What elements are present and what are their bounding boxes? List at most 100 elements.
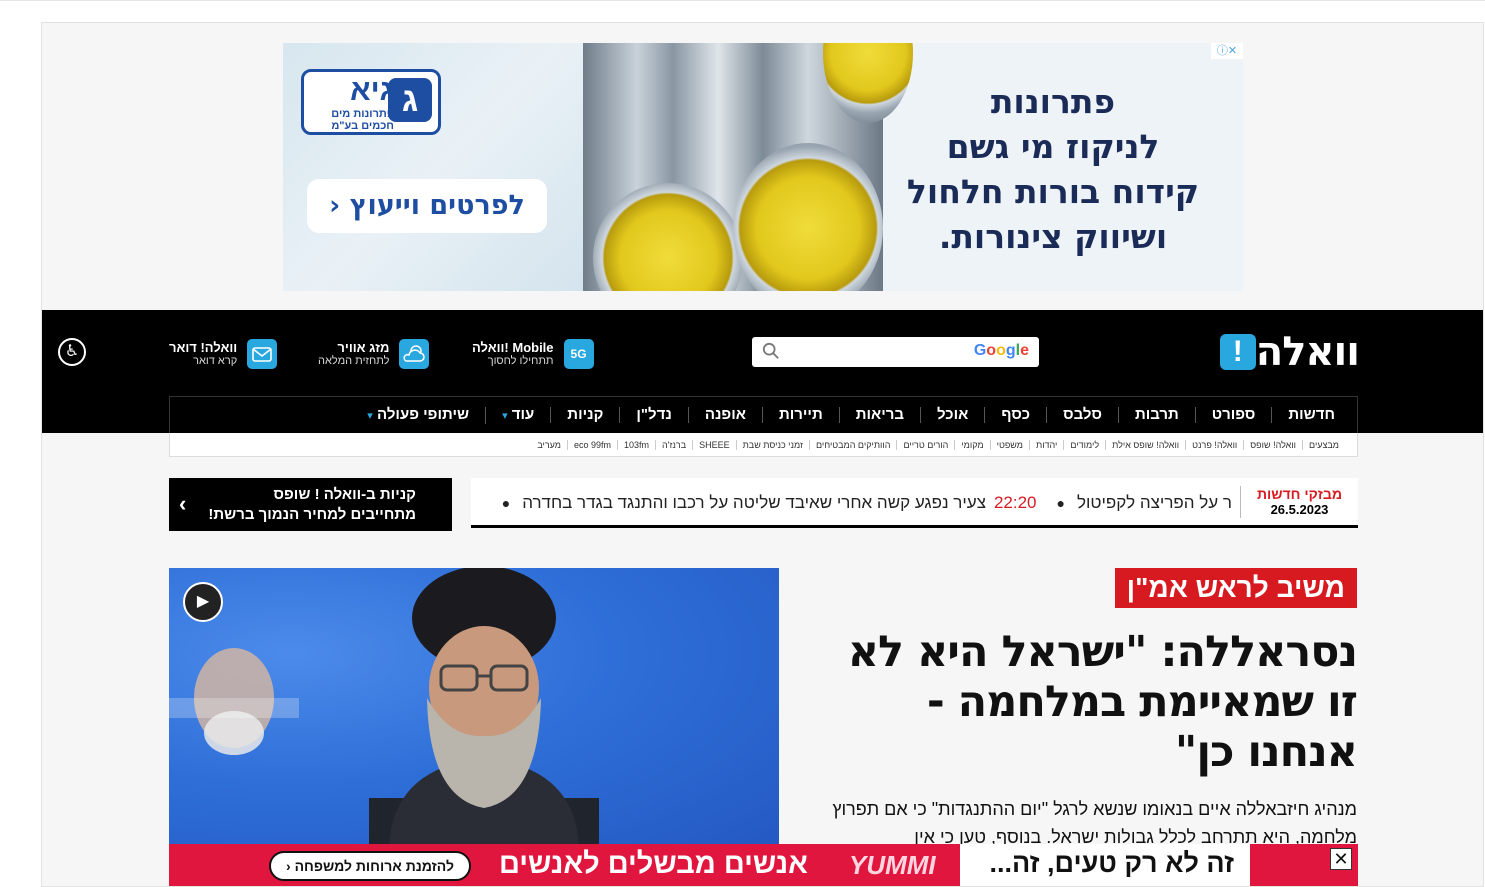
shops-promo[interactable]: קניות ב-וואלה ! שופס מתחייבים למחיר הנמו… <box>169 478 452 531</box>
ad-brand-sub-1: פתרונות מים <box>331 108 394 120</box>
ticker-header: מבזקי חדשות 26.5.2023 <box>1240 486 1358 518</box>
bottom-ad-tagline: זה לא רק טעים, זה... <box>989 848 1234 878</box>
nav-item-more[interactable]: עוד ▾ <box>485 405 550 424</box>
ad-brand-sub-2: חכמים בע"מ <box>331 120 394 132</box>
nav-item-celebs[interactable]: סלבס <box>1046 407 1118 423</box>
subnav-item[interactable]: ברנז'ה <box>655 439 692 450</box>
mail-title: וואלה! דואר <box>169 340 238 355</box>
nav-item-shopping[interactable]: קניות <box>550 407 619 423</box>
subnav-item[interactable]: מקומי <box>954 439 989 450</box>
ad-brand-subtitle: פתרונות מים חכמים בע"מ <box>308 108 394 132</box>
ad-choices-icon[interactable]: ⓘ✕ <box>1211 43 1243 59</box>
ad-headline: פתרונות לניקוז מי גשם קידוח בורות חלחול … <box>903 79 1203 259</box>
page-frame: ג גיא פתרונות מים חכמים בע"מ לפרטים וייע… <box>41 22 1484 887</box>
subnav-item[interactable]: 103fm <box>617 439 655 450</box>
subnav-item[interactable]: מבצעים <box>1302 439 1345 450</box>
ticker-title: מבזקי חדשות <box>1256 486 1342 502</box>
top-banner-ad[interactable]: ג גיא פתרונות מים חכמים בע"מ לפרטים וייע… <box>283 43 1243 291</box>
site-logo[interactable]: ! וואלה <box>1216 329 1360 375</box>
nav-item-travel[interactable]: תיירות <box>761 407 839 423</box>
subnav-item[interactable]: eco 99fm <box>567 439 617 450</box>
ad-cta-button[interactable]: לפרטים וייעוץ ‹ <box>307 179 547 233</box>
article-headline[interactable]: נסראללה: "ישראל היא לא זו שמאיימת במלחמה… <box>827 627 1358 777</box>
ad-line-4: ושיווק צינורות. <box>938 217 1168 256</box>
subnav-item[interactable]: הוותיקים המבטיחים <box>808 439 897 450</box>
close-icon[interactable]: ✕ <box>1330 848 1352 870</box>
search-icon[interactable] <box>762 342 780 360</box>
subnav-item[interactable]: מעריב <box>531 440 567 450</box>
mail-icon <box>247 339 278 369</box>
subnav-item[interactable]: SHEEE <box>692 439 736 450</box>
search-input[interactable]: Google <box>752 337 1039 367</box>
ad-brand-logo: ג גיא פתרונות מים חכמים בע"מ <box>301 69 441 135</box>
logo-exclamation-icon: ! <box>1219 334 1256 370</box>
article-kicker[interactable]: משיב לראש אמ"ן <box>1114 568 1357 608</box>
breaking-news-ticker: מבזקי חדשות 26.5.2023 ר על הפריצה לקפיטו… <box>471 478 1358 528</box>
accessibility-icon[interactable]: ♿ <box>58 338 86 366</box>
subnav-item[interactable]: לימודים <box>1063 439 1105 450</box>
nav-item-news[interactable]: חדשות <box>1271 407 1351 423</box>
subnav-item[interactable]: וואלה! פרנט <box>1185 439 1243 450</box>
video-portrait-inset <box>169 648 299 755</box>
top-divider <box>0 0 1485 1</box>
nav-item-fashion[interactable]: אופנה <box>687 407 762 423</box>
subnav-item[interactable]: הורים טריים <box>896 439 954 450</box>
play-icon[interactable]: ▶ <box>183 582 223 622</box>
weather-icon <box>399 339 430 369</box>
bottom-ad-main-text: אנשים מבשלים לאנשים <box>499 848 808 880</box>
bottom-ad-white-panel: זה לא רק טעים, זה... <box>960 844 1250 886</box>
ad-brand-name: גיא <box>350 74 394 107</box>
bottom-sticky-ad[interactable]: זה לא רק טעים, זה... YUMMI אנשים מבשלים … <box>169 844 1358 886</box>
bottom-ad-cta-button[interactable]: להזמנת ארוחות למשפחה ‹ <box>269 851 471 881</box>
nav-item-sport[interactable]: ספורט <box>1194 407 1272 423</box>
5g-icon: 5G <box>563 339 594 369</box>
ticker-item-1[interactable]: ר על הפריצה לקפיטול <box>1077 493 1232 513</box>
chevron-down-icon: ▾ <box>502 409 508 422</box>
nav-partnerships-label: שיתופי פעולה <box>377 405 470 423</box>
chevron-down-icon: ▾ <box>367 409 373 422</box>
main-nav-box: חדשות ספורט תרבות סלבס כסף אוכל בריאות ת… <box>169 396 1358 433</box>
ticker-item-2-time: 22:20 <box>993 493 1037 512</box>
subnav-item[interactable]: יהדות <box>1028 439 1063 450</box>
subnav-item[interactable]: משפטי <box>989 439 1029 450</box>
mobile-title: וואלה! Mobile <box>472 340 554 355</box>
subnav-item[interactable]: זמני כניסת שבת <box>735 439 809 450</box>
shops-promo-line1: קניות ב-וואלה ! שופס <box>273 486 416 503</box>
weather-text: מזג אוויר לתחזית המלאה <box>318 340 389 368</box>
nav-more-label: עוד <box>511 405 535 423</box>
chevron-left-icon[interactable]: ‹ <box>179 491 186 517</box>
nav-item-money[interactable]: כסף <box>984 407 1046 423</box>
mobile-subtitle: תתחילו לחסוך <box>487 355 554 367</box>
mobile-text: וואלה! Mobile תתחילו לחסוך <box>472 340 554 368</box>
subnav-item[interactable]: וואלה! שופס אילת <box>1105 439 1185 450</box>
mail-text: וואלה! דואר קרא דואר <box>169 340 237 368</box>
weather-link[interactable]: מזג אוויר לתחזית המלאה <box>318 338 430 370</box>
nav-item-realestate[interactable]: נדל"ן <box>619 407 687 423</box>
site-header: ! וואלה Google וואלה! Mobile תתחילו לחסו… <box>42 310 1483 394</box>
nav-item-partnerships[interactable]: שיתופי פעולה ▾ <box>351 405 485 424</box>
ad-line-2: לניקוז מי גשם <box>946 127 1160 166</box>
google-brand: Google <box>973 342 1029 359</box>
nav-item-culture[interactable]: תרבות <box>1117 407 1195 423</box>
mobile-link[interactable]: וואלה! Mobile תתחילו לחסוך 5G <box>472 338 594 370</box>
ticker-date: 26.5.2023 <box>1270 502 1329 517</box>
nav-item-health[interactable]: בריאות <box>838 407 920 423</box>
bottom-ad-brand: YUMMI <box>849 850 936 880</box>
mail-subtitle: קרא דואר <box>193 355 238 367</box>
article-video[interactable]: ▶ <box>169 568 779 853</box>
video-person-figure <box>369 568 599 853</box>
mail-link[interactable]: וואלה! דואר קרא דואר <box>169 338 278 370</box>
article-summary: מנהיג חיזבאללה איים בנאומו שנשא לרגל "יו… <box>832 799 1357 847</box>
sub-nav: מבצעים וואלה! שופס וואלה! פרנט וואלה! שו… <box>169 433 1358 457</box>
ticker-items: ר על הפריצה לקפיטול ● 22:20 צעיר נפגע קש… <box>490 491 1232 515</box>
ad-line-3: קידוח בורות חלחול <box>906 172 1200 211</box>
main-nav: חדשות ספורט תרבות סלבס כסף אוכל בריאות ת… <box>42 394 1483 433</box>
ad-brand-mark: ג <box>388 78 432 122</box>
nav-item-food[interactable]: אוכל <box>920 407 984 423</box>
weather-title: מזג אוויר <box>337 340 390 355</box>
subnav-item[interactable]: וואלה! שופס <box>1243 439 1302 450</box>
shops-promo-line2: מתחייבים למחיר הנמוך ברשת! <box>208 506 416 523</box>
ticker-item-2[interactable]: צעיר נפגע קשה אחרי שאיבד שליטה על רכבו ו… <box>522 493 986 513</box>
ad-pipes-image <box>583 43 913 291</box>
bullet-icon: ● <box>1056 495 1065 511</box>
